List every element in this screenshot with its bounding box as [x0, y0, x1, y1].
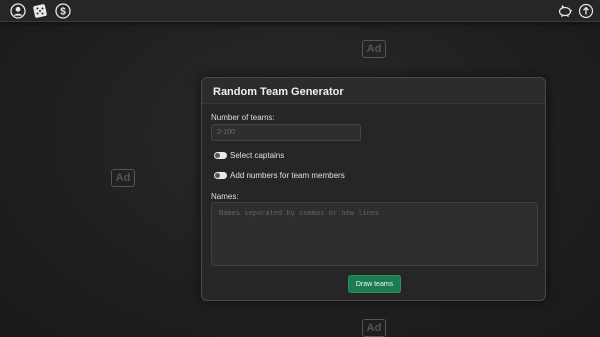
- captains-toggle[interactable]: [214, 152, 227, 159]
- teams-input[interactable]: [211, 124, 361, 141]
- piggy-bank-icon[interactable]: [557, 3, 573, 19]
- card-header: Random Team Generator: [202, 78, 545, 104]
- ad-placeholder-top: Ad: [362, 40, 386, 58]
- dollar-icon[interactable]: $: [55, 3, 71, 19]
- ad-placeholder-left: Ad: [111, 169, 135, 187]
- numbers-toggle[interactable]: [214, 172, 227, 179]
- numbers-label: Add numbers for team members: [230, 171, 345, 180]
- svg-text:$: $: [60, 7, 66, 18]
- arrow-up-icon[interactable]: [578, 3, 594, 19]
- draw-teams-button[interactable]: Draw teams: [348, 275, 401, 293]
- names-textarea[interactable]: [211, 202, 538, 266]
- names-label: Names:: [211, 192, 239, 201]
- top-navbar: $: [0, 0, 600, 22]
- toggle-knob: [215, 153, 220, 158]
- toggle-knob: [215, 173, 220, 178]
- ad-placeholder-bottom: Ad: [362, 319, 386, 337]
- team-generator-card: Random Team Generator Number of teams: S…: [201, 77, 546, 301]
- dice-icon[interactable]: [32, 3, 48, 19]
- user-icon[interactable]: [10, 3, 26, 19]
- card-title: Random Team Generator: [213, 86, 344, 98]
- captains-label: Select captains: [230, 151, 285, 160]
- teams-label: Number of teams:: [211, 113, 275, 122]
